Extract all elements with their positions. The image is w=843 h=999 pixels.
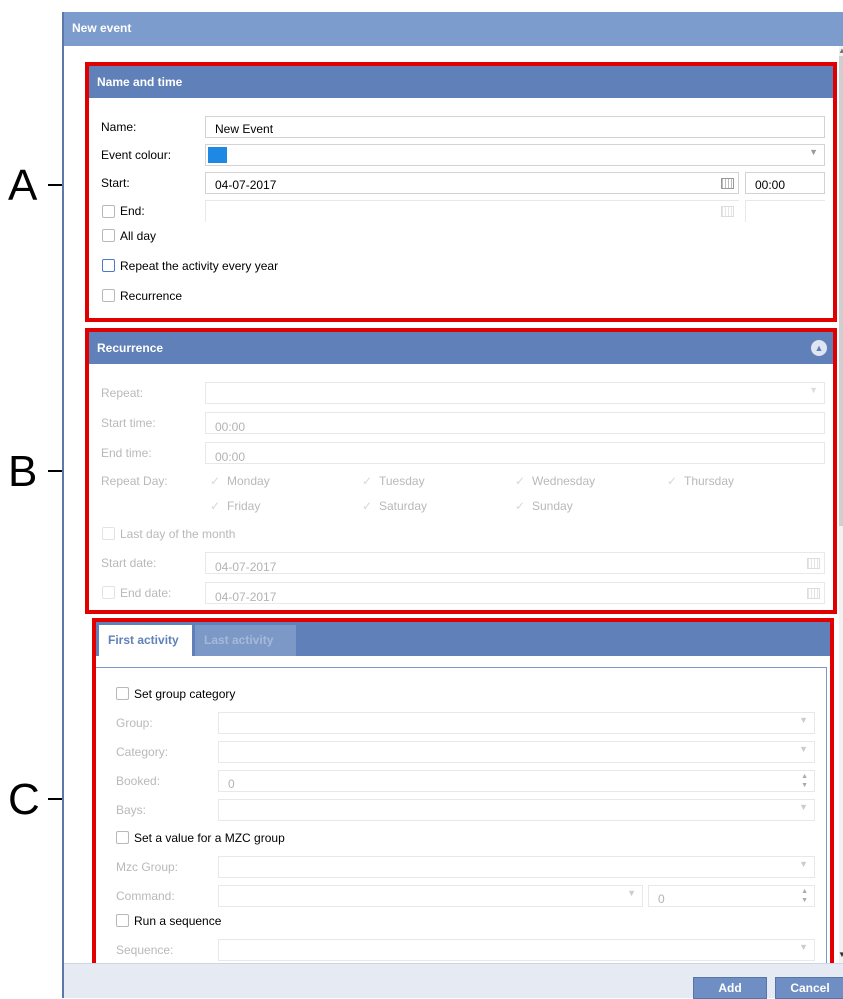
- spinner-icon: ▲ ▼: [801, 773, 808, 789]
- calendar-icon: [807, 558, 820, 569]
- activity-tabs: First activity Last activity: [96, 622, 830, 656]
- tab-first-activity[interactable]: First activity: [99, 625, 192, 656]
- category-select: ▼: [218, 741, 815, 763]
- name-input[interactable]: New Event: [205, 116, 825, 138]
- chevron-down-icon: ▼: [799, 744, 808, 754]
- recurrence-header: Recurrence ▲: [89, 332, 833, 364]
- start-date-input[interactable]: 04-07-2017: [205, 172, 739, 194]
- end-date-checkbox: [102, 586, 115, 599]
- mzc-checkbox[interactable]: [116, 831, 129, 844]
- command-value-input: 0 ▲ ▼: [648, 885, 815, 907]
- chevron-down-icon: ▼: [627, 888, 636, 898]
- name-and-time-panel: Name and time Name: New Event Event colo…: [85, 62, 837, 322]
- run-sequence-label: Run a sequence: [134, 914, 222, 928]
- booked-input: 0 ▲ ▼: [218, 770, 815, 792]
- sequence-label: Sequence:: [116, 943, 174, 957]
- start-date-input: 04-07-2017: [205, 552, 825, 574]
- colour-swatch: [208, 147, 227, 163]
- spinner-icon: ▲ ▼: [801, 888, 808, 904]
- end-checkbox[interactable]: [102, 205, 115, 218]
- mzc-group-select: ▼: [218, 856, 815, 878]
- start-label: Start:: [101, 176, 130, 190]
- activity-panel: First activity Last activity Set group c…: [92, 618, 834, 967]
- chevron-down-icon: ▼: [799, 802, 808, 812]
- calendar-icon: [807, 588, 820, 599]
- chevron-down-icon: ▼: [809, 385, 818, 395]
- check-icon: ✓: [362, 474, 373, 488]
- check-icon: ✓: [362, 499, 373, 513]
- calendar-icon[interactable]: [721, 178, 734, 189]
- repeat-every-year-checkbox[interactable]: [102, 259, 115, 272]
- end-date-label: End date:: [120, 586, 172, 600]
- collapse-icon[interactable]: ▲: [811, 340, 827, 356]
- bays-select: ▼: [218, 799, 815, 821]
- repeat-day-label: Repeat Day:: [101, 474, 168, 488]
- callout-c: C: [8, 775, 40, 824]
- command-select: ▼: [218, 885, 643, 907]
- event-colour-label: Event colour:: [101, 148, 172, 162]
- callout-b: B: [8, 447, 38, 496]
- name-label: Name:: [101, 120, 137, 134]
- add-button[interactable]: Add: [693, 977, 767, 999]
- all-day-checkbox[interactable]: [102, 229, 115, 242]
- check-icon: ✓: [667, 474, 678, 488]
- sequence-select: ▼: [218, 939, 815, 961]
- set-group-checkbox[interactable]: [116, 687, 129, 700]
- chevron-down-icon: ▼: [799, 942, 808, 952]
- end-time-label: End time:: [101, 446, 152, 460]
- mzc-label: Set a value for a MZC group: [134, 831, 285, 845]
- chevron-down-icon: ▼: [799, 859, 808, 869]
- event-colour-select[interactable]: ▼: [205, 144, 825, 166]
- start-time-input: 00:00: [205, 412, 825, 434]
- check-icon: ✓: [210, 499, 221, 513]
- end-label: End:: [120, 204, 145, 218]
- scrollbar[interactable]: [839, 46, 843, 963]
- tab-last-activity[interactable]: Last activity: [195, 625, 296, 656]
- chevron-down-icon: ▼: [809, 147, 818, 157]
- all-day-label: All day: [120, 229, 157, 243]
- check-icon: ✓: [515, 499, 526, 513]
- name-and-time-header: Name and time: [89, 66, 833, 98]
- calendar-icon: [721, 206, 734, 217]
- run-sequence-checkbox[interactable]: [116, 914, 129, 927]
- end-date-input: 04-07-2017: [205, 582, 825, 604]
- group-label: Group:: [116, 716, 153, 730]
- callout-a: A: [8, 161, 38, 210]
- command-label: Command:: [116, 889, 175, 903]
- recurrence-header-title: Recurrence: [97, 341, 164, 355]
- start-date-label: Start date:: [101, 556, 157, 570]
- last-day-label: Last day of the month: [120, 527, 236, 541]
- end-date-input: [205, 200, 739, 222]
- start-time-input[interactable]: 00:00: [745, 172, 825, 194]
- dialog-footer: Add Cancel: [64, 963, 843, 999]
- recurrence-panel: Recurrence ▲ Repeat: ▼ Start time: 00:00…: [85, 328, 837, 614]
- mzc-group-label: Mzc Group:: [116, 860, 179, 874]
- recurrence-label: Recurrence: [120, 289, 183, 303]
- scroll-up-icon[interactable]: ▲: [838, 46, 843, 55]
- chevron-down-icon: ▼: [799, 715, 808, 725]
- category-label: Category:: [116, 745, 169, 759]
- check-icon: ✓: [210, 474, 221, 488]
- scroll-down-icon[interactable]: ▼: [838, 950, 843, 959]
- end-time-input: 00:00: [205, 442, 825, 464]
- set-group-label: Set group category: [134, 687, 236, 701]
- cancel-button[interactable]: Cancel: [775, 977, 843, 999]
- group-select: ▼: [218, 712, 815, 734]
- repeat-select: ▼: [205, 382, 825, 404]
- recurrence-checkbox[interactable]: [102, 289, 115, 302]
- end-time-input: [745, 200, 825, 222]
- command-value: 0: [658, 892, 665, 906]
- start-time-label: Start time:: [101, 416, 156, 430]
- dialog-title: New event: [64, 12, 843, 46]
- activity-content: Set group category Group: ▼ Category: ▼ …: [96, 667, 827, 963]
- bays-label: Bays:: [116, 803, 147, 817]
- check-icon: ✓: [515, 474, 526, 488]
- new-event-dialog: New event Name and time Name: New Event …: [62, 12, 843, 999]
- last-day-checkbox: [102, 527, 115, 540]
- booked-value: 0: [228, 777, 235, 791]
- scrollbar-thumb[interactable]: [839, 56, 843, 526]
- repeat-every-year-label: Repeat the activity every year: [120, 259, 279, 273]
- repeat-label: Repeat:: [101, 386, 144, 400]
- booked-label: Booked:: [116, 774, 161, 788]
